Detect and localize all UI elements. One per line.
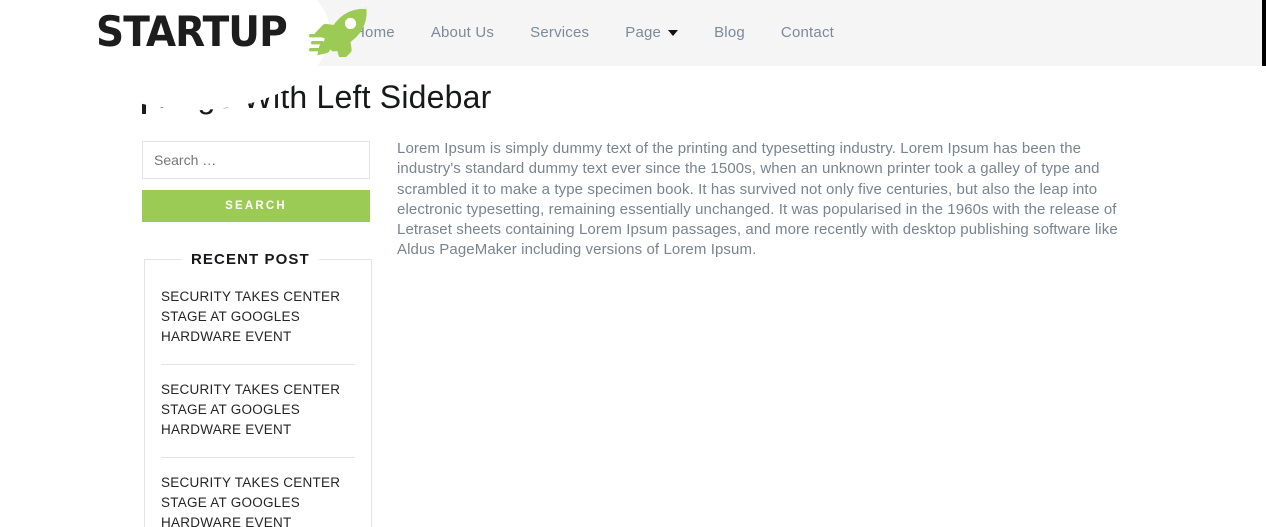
nav-item-services[interactable]: Services bbox=[512, 0, 607, 66]
rocket-icon bbox=[309, 7, 367, 57]
logo-text: STARTUP bbox=[96, 7, 288, 56]
list-item[interactable]: SECURITY TAKES CENTER STAGE AT GOOGLES H… bbox=[161, 457, 355, 527]
main-content: Lorem Ipsum is simply dummy text of the … bbox=[397, 139, 1119, 261]
recent-post-list: SECURITY TAKES CENTER STAGE AT GOOGLES H… bbox=[161, 268, 355, 527]
nav-item-label: About Us bbox=[430, 24, 495, 41]
search-input[interactable] bbox=[142, 141, 370, 179]
nav-item-contact[interactable]: Contact bbox=[763, 0, 852, 66]
header-search-button[interactable] bbox=[1262, 0, 1266, 66]
nav-item-about-us[interactable]: About Us bbox=[413, 0, 512, 66]
recent-post-widget: RECENT POST SECURITY TAKES CENTER STAGE … bbox=[144, 251, 372, 527]
list-item[interactable]: SECURITY TAKES CENTER STAGE AT GOOGLES H… bbox=[161, 364, 355, 457]
content-paragraph: Lorem Ipsum is simply dummy text of the … bbox=[397, 140, 1118, 259]
main-navigation: Home About Us Services Page Blog Contact bbox=[336, 0, 852, 66]
site-logo[interactable]: STARTUP bbox=[96, 2, 371, 62]
list-item[interactable]: SECURITY TAKES CENTER STAGE AT GOOGLES H… bbox=[161, 268, 355, 364]
nav-item-blog[interactable]: Blog bbox=[696, 0, 763, 66]
nav-item-label: Services bbox=[530, 24, 590, 41]
page-root: Home About Us Services Page Blog Contact bbox=[0, 0, 1266, 527]
site-header: Home About Us Services Page Blog Contact bbox=[310, 0, 1266, 66]
nav-item-label: Contact bbox=[780, 24, 835, 41]
recent-post-heading: RECENT POST bbox=[191, 251, 310, 268]
nav-item-label: Page bbox=[625, 24, 662, 41]
left-sidebar: SEARCH RECENT POST SECURITY TAKES CENTER… bbox=[142, 141, 372, 527]
sidebar-search-button[interactable]: SEARCH bbox=[142, 190, 370, 222]
chevron-down-icon bbox=[668, 30, 679, 36]
nav-item-label: Blog bbox=[714, 24, 745, 41]
nav-item-page[interactable]: Page bbox=[607, 0, 696, 66]
